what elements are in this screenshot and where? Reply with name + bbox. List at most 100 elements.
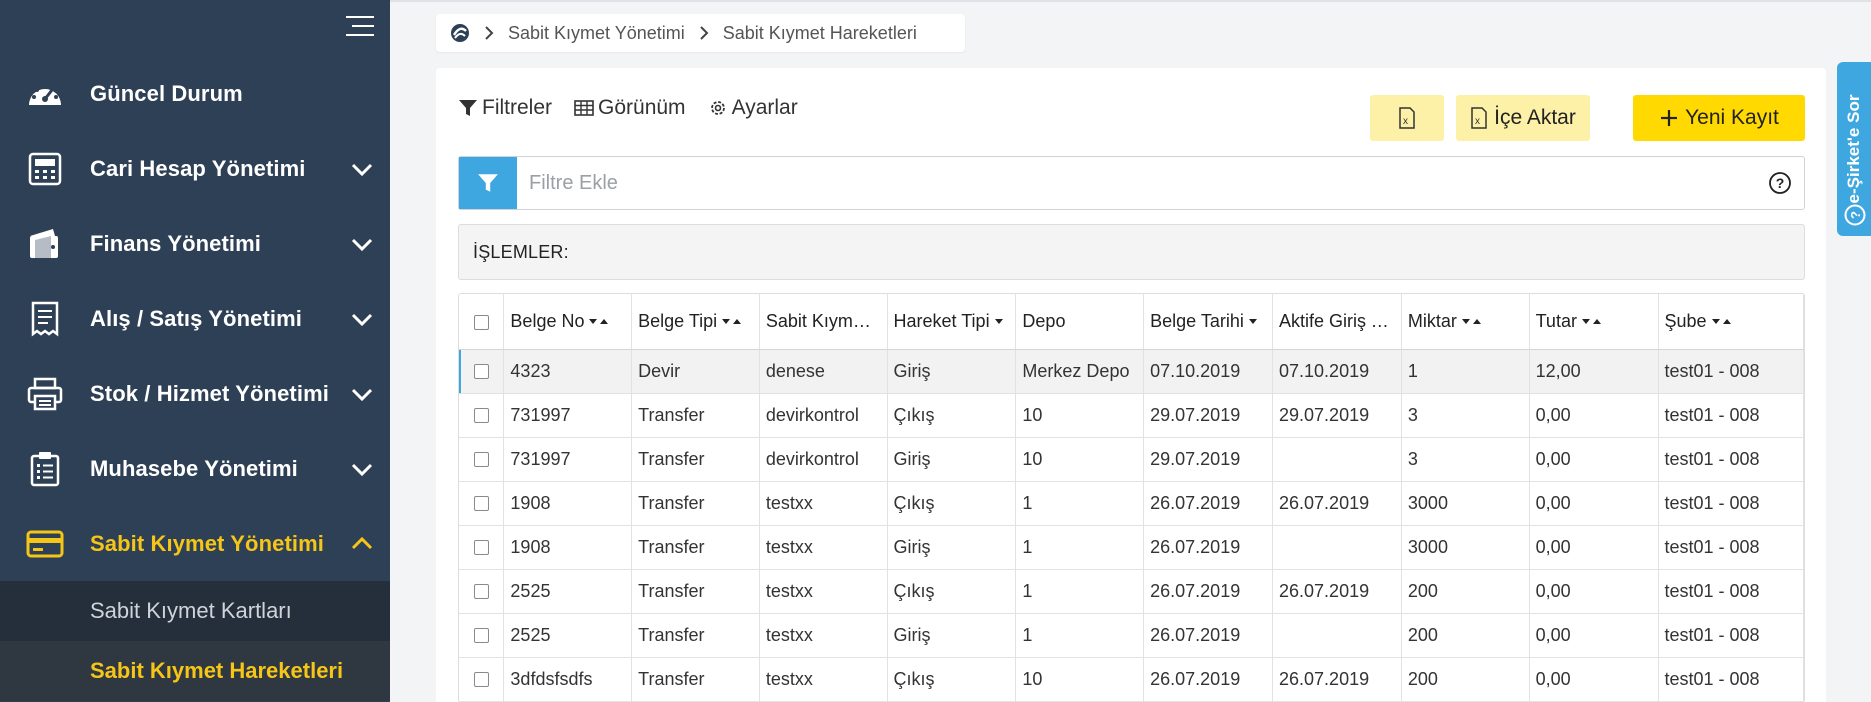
table-cell: Çıkış <box>887 481 1017 526</box>
table-cell: 0,00 <box>1529 613 1659 658</box>
sort-icon <box>1581 319 1601 325</box>
table-cell: denese <box>759 349 888 394</box>
clipboard-list-icon <box>25 449 65 489</box>
view-toggle[interactable]: Görünüm <box>574 96 686 120</box>
sidebar-item-finans[interactable]: Finans Yönetimi <box>0 206 390 281</box>
data-grid: Belge No Belge Tipi Sabit Kıymet Adı Har… <box>458 293 1805 702</box>
excel-export-button[interactable]: x <box>1370 95 1444 141</box>
sidebar-item-label: Stok / Hizmet Yönetimi <box>90 380 329 406</box>
sidebar-item-guncel-durum[interactable]: Güncel Durum <box>0 56 390 131</box>
new-record-label: Yeni Kayıt <box>1685 106 1779 129</box>
row-checkbox[interactable] <box>473 364 489 380</box>
column-header-miktar[interactable]: Miktar <box>1401 294 1530 350</box>
row-checkbox[interactable] <box>473 540 489 556</box>
printer-box-icon <box>25 374 65 414</box>
table-cell: 1908 <box>503 481 633 526</box>
svg-text:?: ? <box>1776 175 1785 191</box>
sidebar-item-stok-hizmet[interactable]: Stok / Hizmet Yönetimi <box>0 356 390 431</box>
column-header-sabit-kiymet[interactable]: Sabit Kıymet Adı <box>759 294 888 350</box>
import-button[interactable]: x İçe Aktar <box>1456 95 1590 141</box>
hamburger-menu-icon[interactable] <box>346 14 374 38</box>
row-select-cell <box>459 613 505 658</box>
table-cell: 0,00 <box>1529 437 1659 482</box>
sidebar-item-sabit-kiymet[interactable]: Sabit Kıymet Yönetimi <box>0 506 390 581</box>
row-checkbox[interactable] <box>473 408 489 424</box>
table-cell: devirkontrol <box>759 437 888 482</box>
sidebar-item-alis-satis[interactable]: Alış / Satış Yönetimi <box>0 281 390 356</box>
table-cell: Transfer <box>631 481 760 526</box>
row-select-cell <box>459 481 505 526</box>
table-row[interactable]: 4323 Devir denese Giriş Merkez Depo 07.10.201… <box>459 349 1804 394</box>
sidebar-item-label: Alış / Satış Yönetimi <box>90 305 302 331</box>
table-row[interactable]: 1908 Transfer testxx Giriş 1 26.07.2019 3000 0,… <box>459 525 1804 570</box>
help-circle-icon[interactable]: ? <box>1768 171 1792 195</box>
table-cell <box>1272 525 1402 570</box>
table-cell: devirkontrol <box>759 393 888 438</box>
table-cell: 0,00 <box>1529 525 1659 570</box>
table-cell: Çıkış <box>887 569 1017 614</box>
table-row[interactable]: 1908 Transfer testxx Çıkış 1 26.07.2019 26.07.… <box>459 481 1804 526</box>
row-select-cell <box>459 569 505 614</box>
table-cell: 4323 <box>503 349 633 394</box>
table-cell: 200 <box>1401 657 1530 702</box>
select-all-checkbox[interactable] <box>473 314 489 330</box>
table-cell: Transfer <box>631 613 760 658</box>
sort-icon <box>589 319 609 325</box>
table-cell: 12,00 <box>1529 349 1659 394</box>
breadcrumb: Sabit Kıymet Yönetimi Sabit Kıymet Harek… <box>436 14 965 52</box>
table-cell: 731997 <box>503 393 633 438</box>
table-cell: 2525 <box>503 613 633 658</box>
chevron-up-icon <box>351 536 373 549</box>
column-header-belge-tarihi[interactable]: Belge Tarihi <box>1143 294 1274 350</box>
table-cell: 1908 <box>503 525 633 570</box>
table-row[interactable]: 731997 Transfer devirkontrol Giriş 10 29.07.2… <box>459 437 1804 482</box>
sidebar-subitem-sabit-kiymet-hareketleri[interactable]: Sabit Kıymet Hareketleri <box>0 641 390 701</box>
sort-icon <box>1461 319 1481 325</box>
column-header-aktife-giris[interactable]: Aktife Giriş Tarihi <box>1272 294 1402 350</box>
sidebar-subitem-sabit-kiymet-kartlari[interactable]: Sabit Kıymet Kartları <box>0 581 390 641</box>
column-header-belge-no[interactable]: Belge No <box>503 294 633 350</box>
filter-bar: ? <box>458 156 1805 210</box>
sidebar-header <box>0 0 390 56</box>
svg-text:x: x <box>1475 116 1480 127</box>
sidebar-item-muhasebe[interactable]: Muhasebe Yönetimi <box>0 431 390 506</box>
table-row[interactable]: 2525 Transfer testxx Giriş 1 26.07.2019 200 0,0… <box>459 613 1804 658</box>
table-cell: 26.07.2019 <box>1143 613 1274 658</box>
filter-input[interactable] <box>517 158 1768 208</box>
ask-eshirket-tab[interactable]: e-Şirket'e Sor ? <box>1837 62 1871 236</box>
svg-text:x: x <box>1403 116 1408 127</box>
filters-toggle[interactable]: Filtreler <box>458 96 552 120</box>
table-cell: 3000 <box>1401 481 1530 526</box>
chevron-down-icon <box>351 313 373 326</box>
sidebar-item-cari-hesap[interactable]: Cari Hesap Yönetimi <box>0 131 390 206</box>
table-row[interactable]: 2525 Transfer testxx Çıkış 1 26.07.2019 26.07.… <box>459 569 1804 614</box>
row-checkbox[interactable] <box>473 584 489 600</box>
breadcrumb-item[interactable]: Sabit Kıymet Yönetimi <box>508 23 685 44</box>
table-cell: testxx <box>759 481 888 526</box>
table-row[interactable]: 3dfdsfsdfs Transfer testxx Çıkış 10 26.07.201… <box>459 657 1804 702</box>
row-select-cell <box>459 657 505 702</box>
view-label: Görünüm <box>598 96 686 119</box>
chevron-down-icon <box>351 163 373 176</box>
row-select-cell <box>459 437 505 482</box>
settings-toggle[interactable]: Ayarlar <box>708 96 798 120</box>
sort-icon <box>1711 319 1731 325</box>
sidebar-item-label: Sabit Kıymet Yönetimi <box>90 530 324 556</box>
row-checkbox[interactable] <box>473 672 489 688</box>
row-checkbox[interactable] <box>473 628 489 644</box>
row-checkbox[interactable] <box>473 496 489 512</box>
home-logo-icon[interactable] <box>450 23 470 43</box>
table-cell: 26.07.2019 <box>1143 525 1274 570</box>
column-header-sube[interactable]: Şube <box>1658 294 1804 350</box>
table-cell: 1 <box>1015 525 1145 570</box>
row-checkbox[interactable] <box>473 452 489 468</box>
column-header-belge-tipi[interactable]: Belge Tipi <box>631 294 760 350</box>
column-header-tutar[interactable]: Tutar <box>1529 294 1659 350</box>
table-row[interactable]: 731997 Transfer devirkontrol Çıkış 10 29.07.2… <box>459 393 1804 438</box>
filter-button[interactable] <box>459 157 517 209</box>
table-cell: Transfer <box>631 657 760 702</box>
table-body: 4323 Devir denese Giriş Merkez Depo 07.10.201… <box>459 349 1804 702</box>
column-header-depo[interactable]: Depo <box>1015 294 1145 350</box>
new-record-button[interactable]: Yeni Kayıt <box>1633 95 1805 141</box>
column-header-hareket-tipi[interactable]: Hareket Tipi <box>887 294 1017 350</box>
